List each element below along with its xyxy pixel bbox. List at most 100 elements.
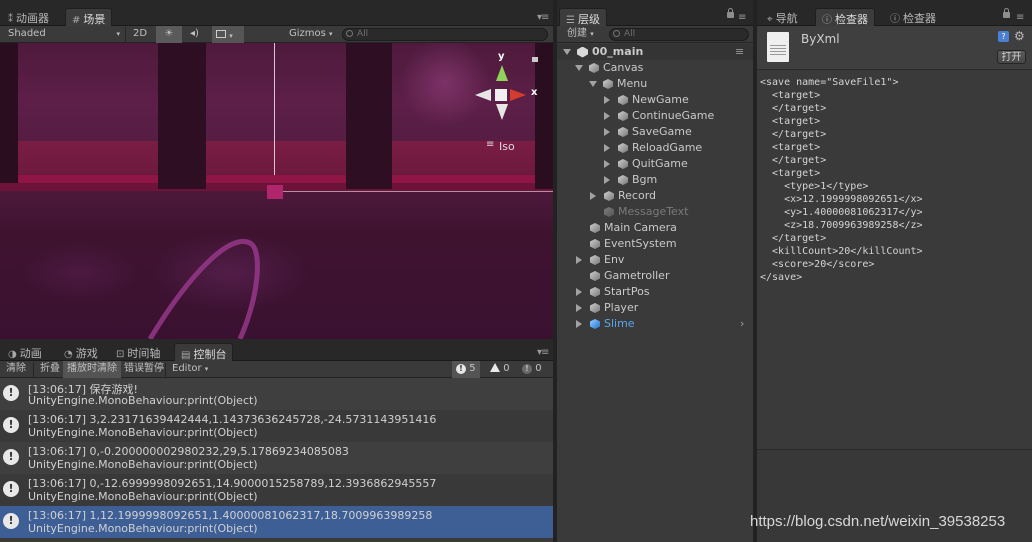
- tab-inspector-2[interactable]: ⓘ 检查器: [884, 8, 942, 26]
- tab-timeline[interactable]: ⊡ 时间轴: [110, 343, 166, 361]
- hierarchy-item-record[interactable]: Record: [590, 188, 656, 204]
- inspector-tabbar: ⌖ 导航 ⓘ 检查器 ⓘ 检查器 ≡: [757, 0, 1032, 26]
- hierarchy-item-canvas[interactable]: Canvas: [575, 60, 643, 76]
- scene-search-input[interactable]: All: [342, 28, 548, 41]
- gear-icon[interactable]: ⚙: [1014, 29, 1025, 43]
- gizmo-y-arrow[interactable]: [496, 65, 508, 81]
- mode-2d-toggle[interactable]: 2D: [129, 26, 151, 43]
- console-log-entry[interactable]: ! [13:06:17] 0,-0.200000002980232,29,5.1…: [0, 442, 553, 474]
- hierarchy-item-reloadgame[interactable]: ReloadGame: [604, 140, 702, 156]
- hierarchy-item-label: Record: [618, 189, 657, 202]
- clear-on-play-toggle[interactable]: 播放时清除: [63, 361, 121, 378]
- help-icon[interactable]: ?: [998, 31, 1009, 42]
- xml-text-line: <target>: [760, 168, 821, 179]
- effects-dropdown[interactable]: ▾: [212, 26, 244, 43]
- hierarchy-item-startpos[interactable]: StartPos: [576, 284, 650, 300]
- open-button[interactable]: 打开: [997, 50, 1026, 64]
- gizmo-down-arrow[interactable]: [496, 104, 508, 120]
- expand-arrow-icon[interactable]: [576, 256, 582, 264]
- hierarchy-menu-icon[interactable]: ≡: [738, 12, 746, 23]
- hierarchy-item-savegame[interactable]: SaveGame: [604, 124, 692, 140]
- hierarchy-item-messagetext[interactable]: MessageText: [604, 204, 688, 220]
- console-panel: ◑ 动画 ◔ 游戏 ⊡ 时间轴 ▤ 控制台 ▾≡ 清除 折叠 播放时清除 错误暂停 Ed…: [0, 339, 553, 542]
- lock-icon[interactable]: [727, 8, 734, 18]
- expand-arrow-icon[interactable]: [563, 49, 571, 55]
- tab-hierarchy[interactable]: ☰ 层级: [559, 8, 607, 26]
- expand-arrow-icon[interactable]: [575, 65, 583, 71]
- console-menu-icon[interactable]: ▾≡: [537, 347, 549, 358]
- expand-arrow-icon[interactable]: [576, 288, 582, 296]
- editor-dropdown[interactable]: Editor ▾: [168, 361, 212, 378]
- gizmo-lock-icon[interactable]: [532, 57, 538, 62]
- hierarchy-item-continuegame[interactable]: ContinueGame: [604, 108, 714, 124]
- expand-arrow-icon[interactable]: [590, 192, 596, 200]
- scene-viewport[interactable]: y x ≡ Iso: [0, 43, 553, 339]
- expand-arrow-icon[interactable]: [604, 96, 610, 104]
- scene-menu-icon[interactable]: ▾≡: [537, 12, 549, 23]
- expand-arrow-icon[interactable]: [604, 160, 610, 168]
- inspector-menu-icon[interactable]: ≡: [1016, 12, 1024, 23]
- scene-orientation-gizmo[interactable]: y x ≡ Iso: [470, 51, 550, 163]
- expand-arrow-icon[interactable]: [604, 128, 610, 136]
- hierarchy-item-eventsystem[interactable]: EventSystem: [590, 236, 677, 252]
- tab-game[interactable]: ◔ 游戏: [58, 343, 104, 361]
- scene-menu-icon[interactable]: ≡: [735, 44, 744, 60]
- console-log-entry[interactable]: ! [13:06:17] 保存游戏! UnityEngine.MonoBehav…: [0, 378, 553, 410]
- hierarchy-item-bgm[interactable]: Bgm: [604, 172, 657, 188]
- info-icon: ⓘ: [822, 15, 832, 26]
- expand-arrow-icon[interactable]: [589, 81, 597, 87]
- clear-button[interactable]: 清除: [2, 361, 30, 378]
- expand-arrow-icon[interactable]: [604, 176, 610, 184]
- scene-root[interactable]: 00_main ≡: [557, 44, 753, 60]
- hierarchy-item-newgame[interactable]: NewGame: [604, 92, 689, 108]
- pillar: [158, 43, 206, 189]
- hierarchy-item-menu[interactable]: Menu: [589, 76, 647, 92]
- gizmo-left-arrow[interactable]: [475, 89, 491, 101]
- info-icon: !: [3, 385, 19, 401]
- tab-inspector[interactable]: ⓘ 检查器: [815, 8, 875, 26]
- expand-arrow-icon[interactable]: [576, 320, 582, 328]
- tab-navigation[interactable]: ⌖ 导航: [761, 8, 804, 26]
- tab-animation[interactable]: ◑ 动画: [2, 343, 48, 361]
- hierarchy-item-main-camera[interactable]: Main Camera: [590, 220, 677, 236]
- lock-icon[interactable]: [1003, 8, 1010, 18]
- timeline-icon: ⊡: [116, 349, 125, 360]
- panel-divider[interactable]: [753, 0, 757, 542]
- projection-label[interactable]: Iso: [499, 140, 515, 153]
- hierarchy-item-gametroller[interactable]: Gametroller: [590, 268, 669, 284]
- expand-arrow-icon[interactable]: [604, 144, 610, 152]
- xml-text-line: </target>: [760, 233, 827, 244]
- gizmos-dropdown[interactable]: Gizmos ▾: [285, 26, 337, 43]
- animation-icon: ◑: [8, 349, 17, 360]
- hierarchy-search-input[interactable]: All: [609, 28, 749, 41]
- warning-count-toggle[interactable]: 0: [486, 361, 514, 378]
- expand-arrow-icon[interactable]: [576, 304, 582, 312]
- console-log-entry[interactable]: ! [13:06:17] 3,2.23171639442444,1.143736…: [0, 410, 553, 442]
- tab-animator[interactable]: ⁑ 动画器: [2, 8, 55, 26]
- gizmo-x-arrow[interactable]: [510, 89, 526, 101]
- create-dropdown[interactable]: 创建 ▾: [563, 26, 598, 43]
- hierarchy-item-label: SaveGame: [632, 125, 692, 138]
- hierarchy-item-label: Env: [604, 253, 625, 266]
- scene-search-placeholder: All: [357, 29, 369, 39]
- console-log-entry-selected[interactable]: ! [13:06:17] 1,12.1999998092651,1.400000…: [0, 506, 553, 538]
- error-count-toggle[interactable]: ! 0: [518, 361, 546, 378]
- tab-scene[interactable]: # 场景: [65, 8, 113, 26]
- hierarchy-item-quitgame[interactable]: QuitGame: [604, 156, 688, 172]
- hierarchy-item-slime[interactable]: Slime ›: [576, 316, 753, 332]
- panel-divider[interactable]: [553, 0, 557, 542]
- hierarchy-item-env[interactable]: Env: [576, 252, 624, 268]
- collapse-toggle[interactable]: 折叠: [36, 361, 64, 378]
- audio-toggle[interactable]: ◂): [186, 26, 203, 43]
- vertical-guide-line: [274, 43, 275, 175]
- log-count-toggle[interactable]: ! 5: [452, 361, 480, 378]
- lighting-toggle[interactable]: ☀: [156, 26, 182, 43]
- hierarchy-item-player[interactable]: Player: [576, 300, 638, 316]
- gizmo-center-cube[interactable]: [495, 89, 507, 101]
- chevron-right-icon[interactable]: ›: [740, 316, 744, 332]
- expand-arrow-icon[interactable]: [604, 112, 610, 120]
- console-log-entry[interactable]: ! [13:06:17] 0,-12.6999998092651,14.9000…: [0, 474, 553, 506]
- tab-console[interactable]: ▤ 控制台: [174, 343, 234, 361]
- shading-mode-dropdown[interactable]: Shaded ▾: [4, 26, 122, 43]
- error-pause-toggle[interactable]: 错误暂停: [120, 361, 168, 378]
